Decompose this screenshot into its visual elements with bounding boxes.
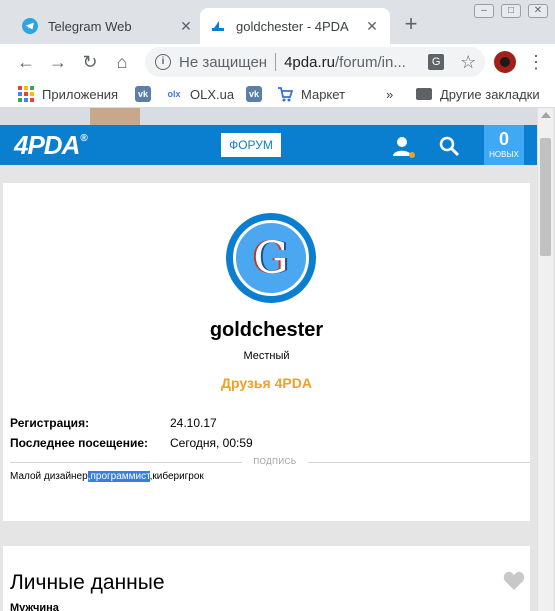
- notifications-count: 0: [498, 129, 509, 149]
- signature-text: Малой дизайнер,программист,киберигрок: [10, 471, 204, 482]
- omnibox-divider: [275, 53, 277, 71]
- divider: [10, 462, 242, 463]
- tab-telegram[interactable]: Telegram Web ✕: [12, 8, 204, 44]
- olx-icon: olx: [166, 86, 182, 102]
- search-icon[interactable]: [438, 135, 460, 157]
- last-visit-value: Сегодня, 00:59: [170, 436, 253, 450]
- site-header: 4PDA ® ФОРУМ 0 НОВЫХ: [0, 125, 537, 165]
- apps-grid-icon: [18, 86, 34, 102]
- vk-icon: vk: [246, 86, 262, 102]
- close-window-icon[interactable]: ✕: [528, 4, 548, 18]
- site-logo[interactable]: 4PDA ®: [14, 130, 88, 160]
- url-text[interactable]: 4pda.ru/forum/in...: [284, 54, 422, 71]
- forward-arrow-icon[interactable]: →: [46, 50, 70, 74]
- banner-strip: [0, 108, 537, 125]
- tab-title: goldchester - 4PDA: [236, 18, 349, 34]
- info-icon[interactable]: i: [155, 54, 171, 70]
- bookmark-other[interactable]: Другие закладки: [416, 85, 540, 103]
- gender-value: Мужчина: [10, 602, 59, 611]
- bookmarks-bar: Приложения vk olx OLX.ua vk Маркет » Дру…: [0, 80, 555, 108]
- registration-value: 24.10.17: [170, 416, 217, 430]
- 4pda-icon: [210, 18, 226, 34]
- avatar-letter: G: [253, 233, 289, 284]
- profile-avatar[interactable]: [494, 51, 516, 73]
- new-tab-button[interactable]: +: [400, 13, 422, 36]
- kebab-menu-icon[interactable]: ⋮: [526, 50, 546, 74]
- registration-row: Регистрация: 24.10.17: [10, 416, 217, 430]
- home-icon[interactable]: ⌂: [110, 50, 134, 74]
- address-bar[interactable]: i Не защищен 4pda.ru/forum/in... G ☆: [145, 47, 485, 77]
- vk-icon: vk: [135, 86, 151, 102]
- profile-card: G goldchester Местный Друзья 4PDA Регист…: [3, 183, 530, 521]
- scrollbar[interactable]: [537, 108, 553, 611]
- bookmark-market[interactable]: Маркет: [277, 85, 345, 103]
- last-visit-row: Последнее посещение: Сегодня, 00:59: [10, 436, 253, 450]
- avatar-inner: G: [233, 220, 309, 296]
- section-title: Личные данные: [10, 571, 165, 594]
- telegram-icon: [22, 18, 38, 34]
- tab-4pda[interactable]: goldchester - 4PDA ✕: [200, 8, 390, 44]
- bookmark-label: Маркет: [301, 86, 346, 102]
- avatar[interactable]: G: [226, 213, 316, 303]
- registration-label: Регистрация:: [10, 416, 90, 430]
- bookmark-label: Приложения: [42, 86, 119, 102]
- page-viewport: 4PDA ® ФОРУМ 0 НОВЫХ G goldchester Местн…: [0, 108, 555, 611]
- close-tab-icon[interactable]: ✕: [364, 18, 380, 34]
- bookmark-star-icon[interactable]: ☆: [460, 52, 476, 73]
- overflow-chevron-icon: »: [386, 86, 394, 102]
- personal-data-card: Личные данные Мужчина: [3, 546, 530, 611]
- user-icon[interactable]: [391, 134, 415, 158]
- heart-icon[interactable]: [503, 571, 525, 591]
- bookmark-label: OLX.ua: [190, 86, 235, 102]
- user-group[interactable]: Друзья 4PDA: [3, 375, 530, 391]
- reload-icon[interactable]: ↻: [78, 50, 102, 74]
- scroll-up-icon[interactable]: [541, 112, 551, 118]
- divider: [308, 462, 530, 463]
- bookmark-olx[interactable]: olx OLX.ua: [166, 85, 234, 103]
- browser-toolbar: ← → ↻ ⌂ i Не защищен 4pda.ru/forum/in...…: [0, 44, 555, 80]
- signature-label: ПОДПИСЬ: [253, 457, 297, 466]
- folder-icon: [416, 88, 432, 100]
- bookmark-label: Другие закладки: [440, 86, 540, 102]
- forum-button[interactable]: ФОРУМ: [221, 133, 281, 157]
- security-status: Не защищен: [179, 53, 268, 71]
- last-visit-label: Последнее посещение:: [10, 436, 149, 450]
- bookmark-vk-1[interactable]: vk: [135, 85, 159, 103]
- close-tab-icon[interactable]: ✕: [178, 18, 194, 34]
- scrollbar-thumb[interactable]: [540, 138, 551, 256]
- translate-icon[interactable]: G: [428, 54, 445, 70]
- user-rank: Местный: [243, 350, 290, 362]
- cart-icon: [278, 87, 293, 102]
- minimize-icon[interactable]: –: [474, 4, 494, 18]
- browser-window: Telegram Web ✕ goldchester - 4PDA ✕ + – …: [0, 0, 555, 611]
- back-arrow-icon[interactable]: ←: [14, 50, 38, 74]
- tab-strip: Telegram Web ✕ goldchester - 4PDA ✕ + – …: [0, 0, 555, 44]
- tab-title: Telegram Web: [48, 18, 132, 34]
- notifications-label: НОВЫХ: [489, 150, 519, 159]
- username: goldchester: [209, 319, 324, 341]
- notifications-counter[interactable]: 0 НОВЫХ: [484, 125, 524, 165]
- maximize-icon[interactable]: □: [501, 4, 521, 18]
- selected-text: ,программист: [87, 471, 150, 482]
- bookmark-vk-2[interactable]: vk: [246, 85, 270, 103]
- bookmark-apps[interactable]: Приложения: [18, 85, 118, 103]
- bookmarks-overflow-button[interactable]: »: [386, 85, 393, 103]
